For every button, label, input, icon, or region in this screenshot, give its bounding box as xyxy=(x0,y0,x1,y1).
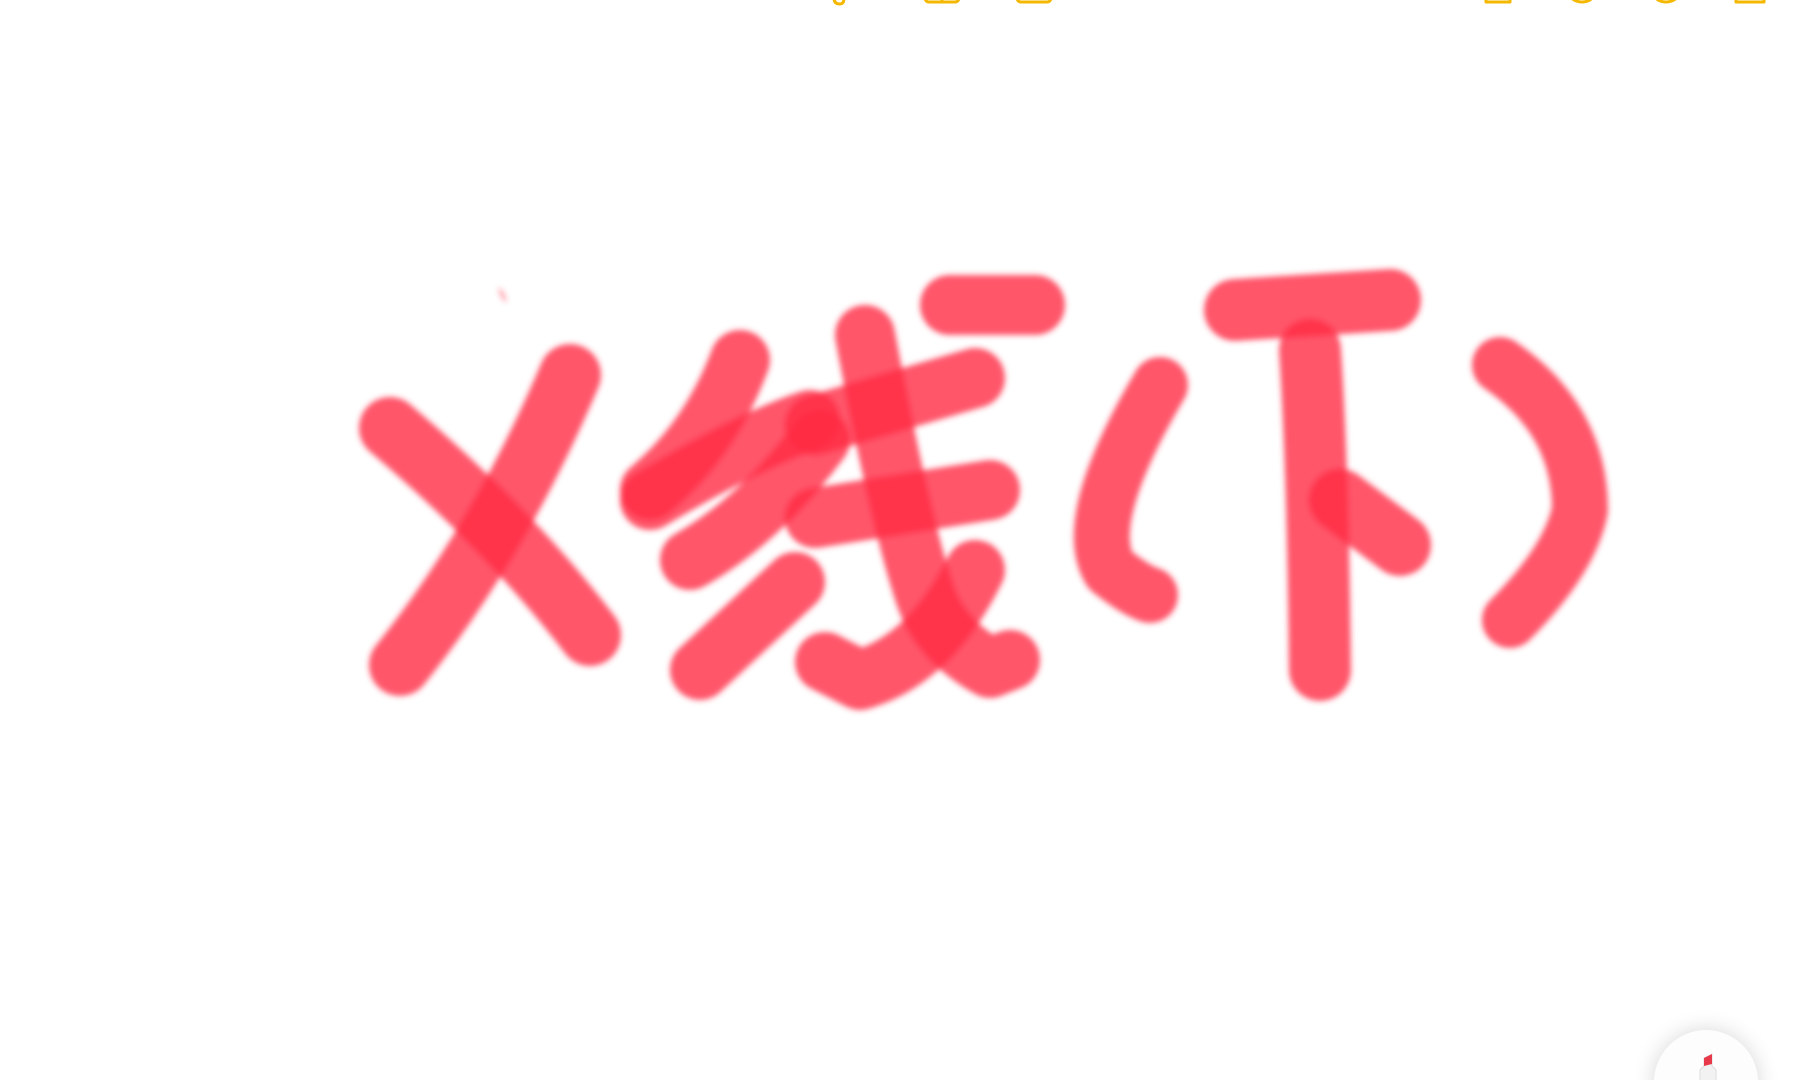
stroke-group-xia xyxy=(1204,269,1431,701)
stroke-group-right-paren xyxy=(1472,337,1608,648)
drawing-canvas[interactable] xyxy=(0,0,1802,1080)
note-page xyxy=(0,0,1802,1080)
stroke-group-x xyxy=(359,344,621,696)
stroke-group-xian xyxy=(620,275,1065,710)
marker-tool-icon xyxy=(1699,1053,1717,1080)
handwritten-text xyxy=(359,269,1608,710)
stray-mark xyxy=(499,289,506,301)
stroke-group-left-paren xyxy=(1073,357,1188,623)
